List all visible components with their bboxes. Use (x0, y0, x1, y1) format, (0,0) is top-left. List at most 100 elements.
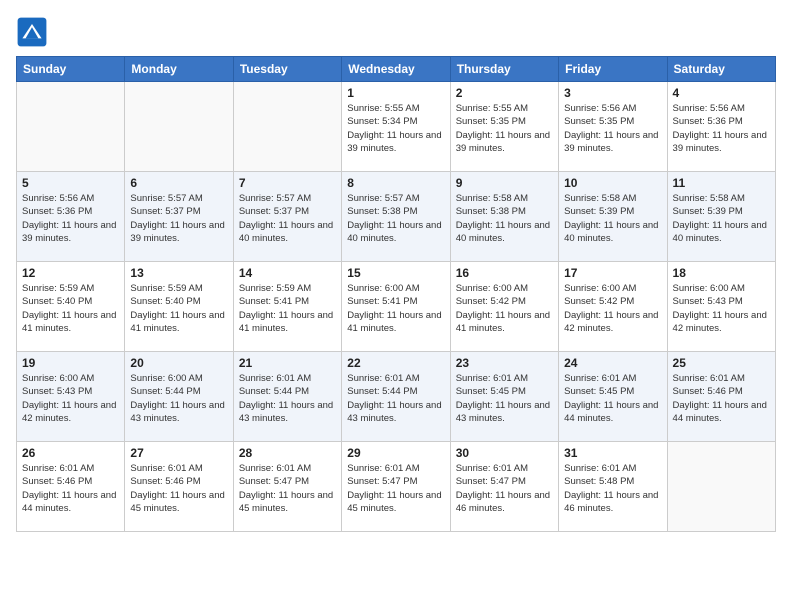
day-info: Sunrise: 6:01 AM Sunset: 5:46 PM Dayligh… (673, 372, 770, 425)
calendar-day-cell: 11 Sunrise: 5:58 AM Sunset: 5:39 PM Dayli… (667, 172, 775, 262)
day-number: 24 (564, 356, 661, 370)
calendar-day-cell: 3Sunrise: 5:56 AM Sunset: 5:35 PM Daylig… (559, 82, 667, 172)
day-number: 2 (456, 86, 553, 100)
calendar-table: SundayMondayTuesdayWednesdayThursdayFrid… (16, 56, 776, 532)
day-number: 27 (130, 446, 227, 460)
day-number: 19 (22, 356, 119, 370)
day-number: 16 (456, 266, 553, 280)
calendar-day-cell: 13 Sunrise: 5:59 AM Sunset: 5:40 PM Dayli… (125, 262, 233, 352)
calendar-day-cell: 12 Sunrise: 5:59 AM Sunset: 5:40 PM Dayli… (17, 262, 125, 352)
calendar-day-cell: 7 Sunrise: 5:57 AM Sunset: 5:37 PM Daylig… (233, 172, 341, 262)
day-of-week-header: Monday (125, 57, 233, 82)
calendar-day-cell: 29 Sunrise: 6:01 AM Sunset: 5:47 PM Dayli… (342, 442, 450, 532)
calendar-day-cell: 10 Sunrise: 5:58 AM Sunset: 5:39 PM Dayli… (559, 172, 667, 262)
calendar-day-cell: 9Sunrise: 5:58 AM Sunset: 5:38 PM Daylig… (450, 172, 558, 262)
day-number: 20 (130, 356, 227, 370)
day-number: 18 (673, 266, 770, 280)
day-number: 12 (22, 266, 119, 280)
day-number: 1 (347, 86, 444, 100)
day-info: Sunrise: 5:59 AM Sunset: 5:40 PM Dayligh… (130, 282, 227, 335)
day-info: Sunrise: 6:01 AM Sunset: 5:45 PM Dayligh… (456, 372, 553, 425)
calendar-day-cell: 18 Sunrise: 6:00 AM Sunset: 5:43 PM Dayli… (667, 262, 775, 352)
calendar-day-cell: 19 Sunrise: 6:00 AM Sunset: 5:43 PM Dayli… (17, 352, 125, 442)
calendar-day-cell: 26 Sunrise: 6:01 AM Sunset: 5:46 PM Dayli… (17, 442, 125, 532)
calendar-week-row: 26 Sunrise: 6:01 AM Sunset: 5:46 PM Dayli… (17, 442, 776, 532)
day-info: Sunrise: 5:56 AM Sunset: 5:35 PM Dayligh… (564, 102, 661, 155)
day-info: Sunrise: 5:59 AM Sunset: 5:40 PM Dayligh… (22, 282, 119, 335)
day-number: 26 (22, 446, 119, 460)
day-number: 21 (239, 356, 336, 370)
day-info: Sunrise: 6:01 AM Sunset: 5:46 PM Dayligh… (22, 462, 119, 515)
calendar-week-row: 5 Sunrise: 5:56 AM Sunset: 5:36 PM Daylig… (17, 172, 776, 262)
day-number: 13 (130, 266, 227, 280)
calendar-day-cell: 2 Sunrise: 5:55 AM Sunset: 5:35 PM Daylig… (450, 82, 558, 172)
day-number: 22 (347, 356, 444, 370)
day-info: Sunrise: 6:00 AM Sunset: 5:42 PM Dayligh… (456, 282, 553, 335)
day-number: 11 (673, 176, 770, 190)
calendar-day-cell: 23 Sunrise: 6:01 AM Sunset: 5:45 PM Dayli… (450, 352, 558, 442)
day-number: 9 (456, 176, 553, 190)
page-header (16, 16, 776, 48)
calendar-day-cell: 21 Sunrise: 6:01 AM Sunset: 5:44 PM Dayli… (233, 352, 341, 442)
calendar-day-cell: 15Sunrise: 6:00 AM Sunset: 5:41 PM Dayli… (342, 262, 450, 352)
day-info: Sunrise: 6:01 AM Sunset: 5:47 PM Dayligh… (347, 462, 444, 515)
day-number: 30 (456, 446, 553, 460)
calendar-week-row: 12 Sunrise: 5:59 AM Sunset: 5:40 PM Dayli… (17, 262, 776, 352)
day-info: Sunrise: 6:01 AM Sunset: 5:44 PM Dayligh… (239, 372, 336, 425)
day-number: 14 (239, 266, 336, 280)
calendar-week-row: 19 Sunrise: 6:00 AM Sunset: 5:43 PM Dayli… (17, 352, 776, 442)
day-number: 6 (130, 176, 227, 190)
day-number: 5 (22, 176, 119, 190)
calendar-day-cell: 24 Sunrise: 6:01 AM Sunset: 5:45 PM Dayli… (559, 352, 667, 442)
logo (16, 16, 52, 48)
day-number: 25 (673, 356, 770, 370)
day-info: Sunrise: 6:01 AM Sunset: 5:48 PM Dayligh… (564, 462, 661, 515)
day-info: Sunrise: 5:57 AM Sunset: 5:37 PM Dayligh… (239, 192, 336, 245)
day-info: Sunrise: 5:57 AM Sunset: 5:37 PM Dayligh… (130, 192, 227, 245)
day-info: Sunrise: 6:00 AM Sunset: 5:42 PM Dayligh… (564, 282, 661, 335)
day-number: 29 (347, 446, 444, 460)
day-info: Sunrise: 6:01 AM Sunset: 5:47 PM Dayligh… (456, 462, 553, 515)
day-info: Sunrise: 5:58 AM Sunset: 5:39 PM Dayligh… (673, 192, 770, 245)
day-info: Sunrise: 5:55 AM Sunset: 5:35 PM Dayligh… (456, 102, 553, 155)
day-info: Sunrise: 6:01 AM Sunset: 5:44 PM Dayligh… (347, 372, 444, 425)
day-of-week-header: Sunday (17, 57, 125, 82)
calendar-day-cell (233, 82, 341, 172)
day-info: Sunrise: 5:56 AM Sunset: 5:36 PM Dayligh… (22, 192, 119, 245)
day-info: Sunrise: 6:00 AM Sunset: 5:43 PM Dayligh… (22, 372, 119, 425)
day-number: 8 (347, 176, 444, 190)
calendar-day-cell: 22 Sunrise: 6:01 AM Sunset: 5:44 PM Dayli… (342, 352, 450, 442)
day-info: Sunrise: 5:55 AM Sunset: 5:34 PM Dayligh… (347, 102, 444, 155)
logo-icon (16, 16, 48, 48)
day-of-week-header: Friday (559, 57, 667, 82)
calendar-day-cell: 28 Sunrise: 6:01 AM Sunset: 5:47 PM Dayli… (233, 442, 341, 532)
day-info: Sunrise: 6:01 AM Sunset: 5:45 PM Dayligh… (564, 372, 661, 425)
calendar-day-cell: 31Sunrise: 6:01 AM Sunset: 5:48 PM Dayli… (559, 442, 667, 532)
calendar-day-cell: 8 Sunrise: 5:57 AM Sunset: 5:38 PM Daylig… (342, 172, 450, 262)
day-number: 28 (239, 446, 336, 460)
day-of-week-header: Thursday (450, 57, 558, 82)
day-info: Sunrise: 6:00 AM Sunset: 5:44 PM Dayligh… (130, 372, 227, 425)
day-info: Sunrise: 6:01 AM Sunset: 5:47 PM Dayligh… (239, 462, 336, 515)
calendar-day-cell (125, 82, 233, 172)
day-info: Sunrise: 5:57 AM Sunset: 5:38 PM Dayligh… (347, 192, 444, 245)
day-number: 23 (456, 356, 553, 370)
calendar-header-row: SundayMondayTuesdayWednesdayThursdayFrid… (17, 57, 776, 82)
day-info: Sunrise: 5:58 AM Sunset: 5:39 PM Dayligh… (564, 192, 661, 245)
day-of-week-header: Tuesday (233, 57, 341, 82)
calendar-day-cell: 25 Sunrise: 6:01 AM Sunset: 5:46 PM Dayli… (667, 352, 775, 442)
calendar-day-cell (17, 82, 125, 172)
calendar-day-cell: 5 Sunrise: 5:56 AM Sunset: 5:36 PM Daylig… (17, 172, 125, 262)
calendar-day-cell: 27 Sunrise: 6:01 AM Sunset: 5:46 PM Dayli… (125, 442, 233, 532)
calendar-day-cell: 20 Sunrise: 6:00 AM Sunset: 5:44 PM Dayli… (125, 352, 233, 442)
day-number: 4 (673, 86, 770, 100)
day-number: 7 (239, 176, 336, 190)
calendar-day-cell: 30 Sunrise: 6:01 AM Sunset: 5:47 PM Dayli… (450, 442, 558, 532)
day-info: Sunrise: 5:59 AM Sunset: 5:41 PM Dayligh… (239, 282, 336, 335)
calendar-day-cell: 17Sunrise: 6:00 AM Sunset: 5:42 PM Dayli… (559, 262, 667, 352)
day-number: 10 (564, 176, 661, 190)
calendar-day-cell: 16 Sunrise: 6:00 AM Sunset: 5:42 PM Dayli… (450, 262, 558, 352)
day-info: Sunrise: 6:00 AM Sunset: 5:43 PM Dayligh… (673, 282, 770, 335)
day-info: Sunrise: 6:01 AM Sunset: 5:46 PM Dayligh… (130, 462, 227, 515)
day-number: 15 (347, 266, 444, 280)
